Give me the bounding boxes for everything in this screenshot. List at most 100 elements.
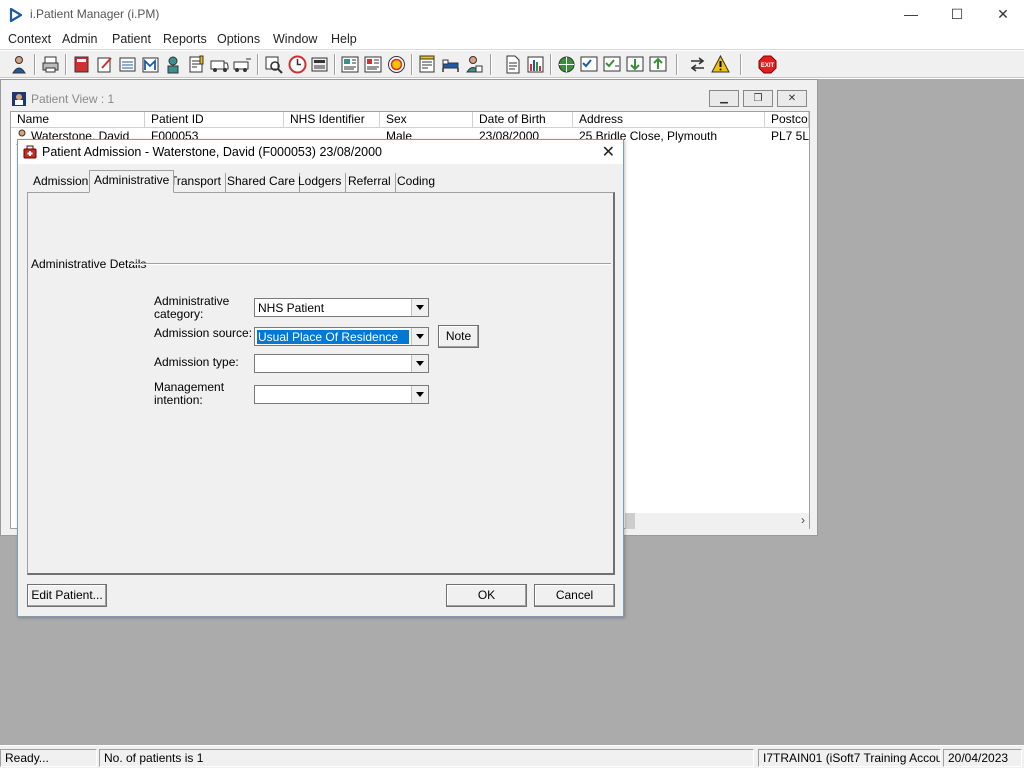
tab-administrative[interactable]: Administrative (89, 170, 175, 193)
report-icon[interactable] (340, 54, 361, 75)
dialog-titlebar: Patient Admission - Waterstone, David (F… (18, 140, 623, 164)
column-header-patient-id[interactable]: Patient ID (145, 112, 284, 128)
admission-bag-icon (23, 145, 37, 159)
dial-icon[interactable] (386, 54, 407, 75)
chevron-down-icon[interactable] (411, 355, 428, 372)
scrollbar-thumb[interactable] (625, 513, 635, 529)
column-header-postcode[interactable]: Postcode (765, 112, 809, 128)
app-titlebar: i.Patient Manager (i.PM) — ☐ ✕ (0, 0, 1024, 30)
patient-admission-dialog: Patient Admission - Waterstone, David (F… (17, 139, 624, 617)
horizontal-scrollbar[interactable]: › (625, 513, 809, 529)
menu-help[interactable]: Help (331, 32, 357, 46)
tab-coding[interactable]: Coding (393, 173, 439, 192)
toolbar-separator (740, 54, 742, 75)
close-button[interactable]: ✕ (980, 0, 1024, 30)
tab-transport[interactable]: Transport (166, 173, 226, 192)
warning-icon[interactable] (710, 54, 731, 75)
admin-category-select[interactable]: NHS Patient (254, 298, 429, 317)
status-patient-count: No. of patients is 1 (99, 749, 754, 767)
exit-icon[interactable]: EXIT (757, 54, 778, 75)
patient-view-icon (12, 92, 26, 106)
form-icon[interactable] (363, 54, 384, 75)
bar-chart-icon[interactable] (525, 54, 546, 75)
admin-category-value: NHS Patient (258, 301, 325, 315)
tab-referral[interactable]: Referral (344, 173, 396, 192)
maximize-button[interactable]: ☐ (934, 0, 980, 30)
ambulance-icon[interactable] (209, 54, 230, 75)
chevron-down-icon[interactable] (411, 328, 428, 345)
patient-icon[interactable] (9, 54, 30, 75)
admission-source-select[interactable]: Usual Place Of Residence (254, 327, 429, 346)
column-header-name[interactable]: Name (11, 112, 145, 128)
mail-icon[interactable] (140, 54, 161, 75)
patient-view-title: Patient View : 1 (31, 92, 115, 106)
management-intention-select[interactable] (254, 385, 429, 404)
edit-record-icon[interactable] (94, 54, 115, 75)
status-date: 20/04/2023 (943, 749, 1022, 767)
menu-bar: Context Admin Patient Reports Options Wi… (0, 30, 1024, 50)
child-restore-button[interactable]: ❐ (743, 90, 773, 107)
clock-icon[interactable] (287, 54, 308, 75)
toolbar: EXIT (0, 51, 1024, 78)
search-icon[interactable] (263, 54, 284, 75)
child-close-button[interactable]: ✕ (777, 90, 807, 107)
tab-shared-care[interactable]: Shared Care (223, 173, 301, 192)
register-icon[interactable] (309, 54, 330, 75)
globe-icon[interactable] (556, 54, 577, 75)
status-account: I7TRAIN01 (iSoft7 Training Account) (758, 749, 941, 767)
toolbar-separator (490, 54, 492, 75)
swap-icon[interactable] (687, 54, 708, 75)
tab-admission[interactable]: Admission (29, 173, 94, 192)
column-header-nhs-identifier[interactable]: NHS Identifier (284, 112, 380, 128)
transfer-icon[interactable] (232, 54, 253, 75)
bed-icon[interactable] (440, 54, 461, 75)
admission-source-value: Usual Place Of Residence (256, 329, 410, 345)
admission-source-label: Admission source: (154, 326, 253, 340)
tab-lodgers[interactable]: Lodgers (294, 173, 347, 192)
column-header-dob[interactable]: Date of Birth (473, 112, 573, 128)
print-icon[interactable] (40, 54, 61, 75)
notes-icon[interactable] (186, 54, 207, 75)
dialog-close-button[interactable]: ✕ (602, 142, 615, 162)
staff-icon[interactable] (463, 54, 484, 75)
column-header-address[interactable]: Address (573, 112, 765, 128)
dialog-title: Patient Admission - Waterstone, David (F… (42, 145, 383, 159)
download-icon[interactable] (625, 54, 646, 75)
note-button[interactable]: Note (438, 325, 479, 348)
edit-patient-button[interactable]: Edit Patient... (27, 584, 107, 607)
status-bar: Ready... No. of patients is 1 I7TRAIN01 … (0, 745, 1024, 768)
scroll-right-icon[interactable]: › (801, 513, 805, 528)
toolbar-separator (257, 54, 259, 75)
chevron-down-icon[interactable] (411, 299, 428, 316)
upload-icon[interactable] (648, 54, 669, 75)
column-header-sex[interactable]: Sex (380, 112, 473, 128)
menu-context[interactable]: Context (8, 32, 51, 46)
management-intention-label-line2: intention: (154, 393, 203, 407)
admission-type-label: Admission type: (154, 355, 239, 369)
document-icon[interactable] (502, 54, 523, 75)
group-divider (131, 263, 611, 265)
app-logo-icon (9, 7, 23, 23)
menu-window[interactable]: Window (273, 32, 317, 46)
letters-icon[interactable] (417, 54, 438, 75)
tick-list-icon[interactable] (602, 54, 623, 75)
toolbar-separator (34, 54, 36, 75)
toolbar-separator (411, 54, 413, 75)
book-icon[interactable] (71, 54, 92, 75)
menu-admin[interactable]: Admin (62, 32, 97, 46)
app-title: i.Patient Manager (i.PM) (30, 7, 160, 21)
menu-options[interactable]: Options (217, 32, 260, 46)
checklist-icon[interactable] (579, 54, 600, 75)
admission-type-select[interactable] (254, 354, 429, 373)
ok-button[interactable]: OK (446, 584, 527, 607)
person-icon[interactable] (163, 54, 184, 75)
child-minimize-button[interactable]: ▁ (709, 90, 739, 107)
chevron-down-icon[interactable] (411, 386, 428, 403)
menu-patient[interactable]: Patient (112, 32, 151, 46)
svg-text:EXIT: EXIT (761, 63, 775, 69)
list-icon[interactable] (117, 54, 138, 75)
minimize-button[interactable]: — (888, 0, 934, 30)
cancel-button[interactable]: Cancel (534, 584, 615, 607)
menu-reports[interactable]: Reports (163, 32, 207, 46)
mdi-workspace: Patient View : 1 ▁ ❐ ✕ Name Patient ID N… (0, 79, 1024, 745)
